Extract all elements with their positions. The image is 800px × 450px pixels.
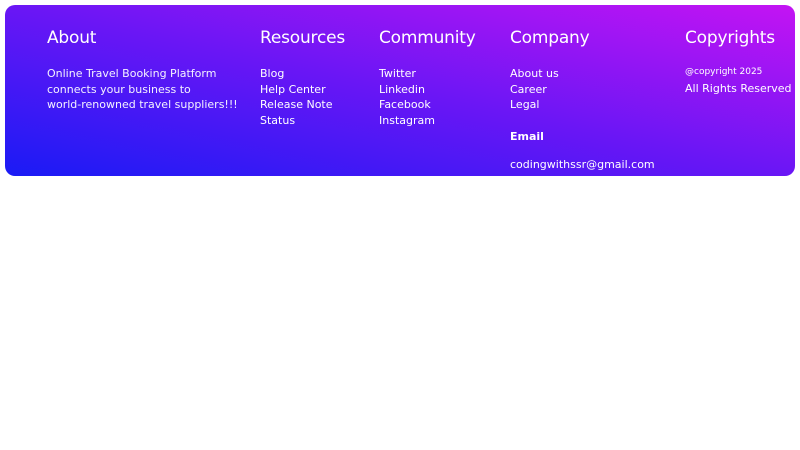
linkedin-link[interactable]: Linkedin <box>379 83 425 96</box>
about-us-link[interactable]: About us <box>510 67 559 80</box>
career-link[interactable]: Career <box>510 83 547 96</box>
about-heading: About <box>47 28 97 48</box>
list-item: Status <box>260 113 345 129</box>
rights-reserved-text: All Rights Reserved <box>685 82 792 95</box>
copyright-notice: @copyright 2025 <box>685 67 763 77</box>
about-line: connects your business to <box>47 82 191 96</box>
community-links: Twitter Linkedin Facebook Instagram <box>379 66 476 128</box>
release-note-link[interactable]: Release Note <box>260 98 333 111</box>
list-item: Legal <box>510 97 655 113</box>
list-item: Facebook <box>379 97 476 113</box>
list-item: Help Center <box>260 82 345 98</box>
about-description: Online Travel Booking Platform connects … <box>47 66 238 113</box>
help-center-link[interactable]: Help Center <box>260 83 326 96</box>
about-line: world-renowned travel suppliers!!! <box>47 98 238 111</box>
email-link[interactable]: codingwithssr@gmail.com <box>510 157 655 172</box>
list-item: About us <box>510 66 655 82</box>
legal-link[interactable]: Legal <box>510 98 539 111</box>
status-link[interactable]: Status <box>260 114 295 127</box>
list-item: Blog <box>260 66 345 82</box>
site-footer: About Online Travel Booking Platform con… <box>5 5 795 176</box>
company-links: About us Career Legal <box>510 66 655 113</box>
list-item: Linkedin <box>379 82 476 98</box>
about-section: About Online Travel Booking Platform con… <box>47 27 238 113</box>
resources-heading: Resources <box>260 28 346 48</box>
instagram-link[interactable]: Instagram <box>379 114 435 127</box>
list-item: Instagram <box>379 113 476 129</box>
resources-section: Resources Blog Help Center Release Note … <box>260 27 345 128</box>
copyrights-section: Copyrights @copyright 2025 All Rights Re… <box>685 27 792 97</box>
blog-link[interactable]: Blog <box>260 67 284 80</box>
resources-links: Blog Help Center Release Note Status <box>260 66 345 128</box>
company-section: Company About us Career Legal Email codi… <box>510 27 655 172</box>
about-line: Online Travel Booking Platform <box>47 67 217 80</box>
email-label: Email <box>510 129 544 143</box>
list-item: Release Note <box>260 97 345 113</box>
list-item: Twitter <box>379 66 476 82</box>
community-heading: Community <box>379 28 476 48</box>
copyrights-heading: Copyrights <box>685 28 775 48</box>
company-heading: Company <box>510 28 590 48</box>
list-item: Career <box>510 82 655 98</box>
facebook-link[interactable]: Facebook <box>379 98 431 111</box>
twitter-link[interactable]: Twitter <box>379 67 416 80</box>
community-section: Community Twitter Linkedin Facebook Inst… <box>379 27 476 128</box>
